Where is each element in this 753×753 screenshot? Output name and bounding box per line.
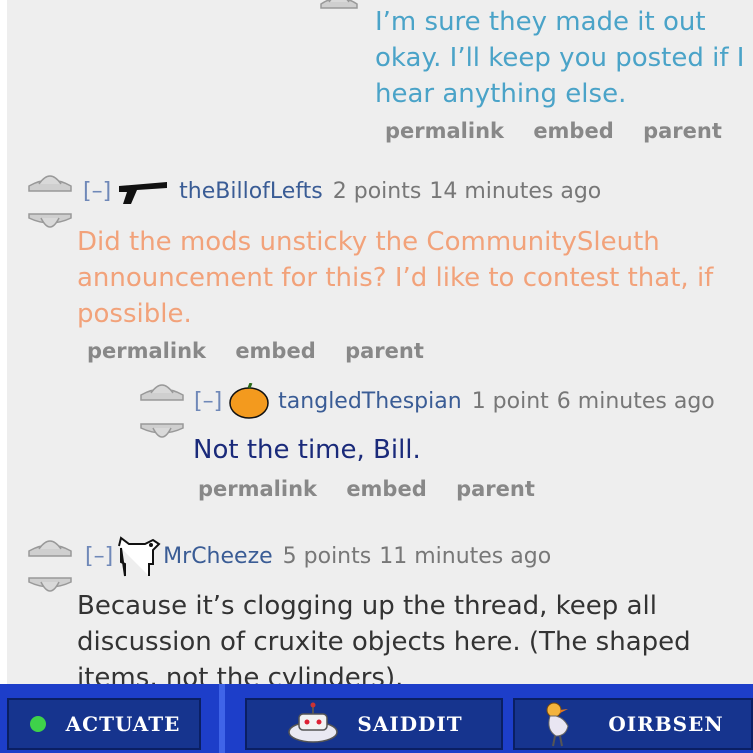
comment-links: permalink embed parent xyxy=(198,477,557,501)
permalink-link[interactable]: permalink xyxy=(87,339,206,363)
downvote-arrow[interactable] xyxy=(137,418,187,446)
upvote-arrow[interactable] xyxy=(25,533,75,559)
timestamp: 11 minutes ago xyxy=(379,543,552,569)
embed-link[interactable]: embed xyxy=(533,119,613,143)
actuate-label: ACTUATE xyxy=(65,712,181,736)
pumpkin-icon xyxy=(229,383,269,419)
timestamp: 14 minutes ago xyxy=(429,178,602,204)
author-link[interactable]: theBillofLefts xyxy=(179,179,323,204)
comment-header: [–] theBillofLefts 2 points 14 minutes a… xyxy=(83,176,601,206)
comment-header: [–] tangledThespian 1 point 6 minutes ag… xyxy=(194,383,715,419)
comment-text: Because it’s clogging up the thread, kee… xyxy=(77,591,691,684)
comment-links: permalink embed parent xyxy=(87,339,446,363)
saiddit-button[interactable]: SAIDDIT xyxy=(245,698,503,750)
oirbsen-button[interactable]: OIRBSEN xyxy=(513,698,753,750)
upvote-arrow[interactable] xyxy=(25,168,75,194)
gun-icon xyxy=(119,182,168,204)
green-dot-icon xyxy=(29,716,46,732)
collapse-toggle[interactable]: [–] xyxy=(194,389,222,414)
actuate-button[interactable]: ACTUATE xyxy=(7,698,201,750)
points: 5 points xyxy=(282,543,372,569)
taskbar-divider xyxy=(219,684,225,753)
author-link[interactable]: tangledThespian xyxy=(278,389,462,414)
collapse-toggle[interactable]: [–] xyxy=(85,544,113,569)
oirbsen-label: OIRBSEN xyxy=(608,712,724,736)
permalink-link[interactable]: permalink xyxy=(198,477,317,501)
timestamp: 6 minutes ago xyxy=(556,388,715,414)
hat-down-icon xyxy=(140,423,184,438)
hat-down-icon xyxy=(28,577,72,592)
author-link[interactable]: MrCheeze xyxy=(163,544,272,569)
embed-link[interactable]: embed xyxy=(235,339,315,363)
parent-link[interactable]: parent xyxy=(643,119,722,143)
comment-thread: I’m sure they made it out okay. I’ll kee… xyxy=(7,0,753,684)
dog-icon xyxy=(118,536,161,577)
robot-icon xyxy=(288,702,339,743)
downvote-arrow[interactable] xyxy=(25,572,75,600)
parent-link[interactable]: parent xyxy=(456,477,535,501)
taskbar: ACTUATE SAIDDIT OIRBSEN xyxy=(0,684,753,753)
comment-links: permalink embed parent xyxy=(385,119,744,143)
comment-text: Not the time, Bill. xyxy=(193,435,421,465)
hat-icon xyxy=(28,175,72,192)
comment-header: [–] MrCheeze 5 points 11 minutes ago xyxy=(85,534,551,578)
hat-icon xyxy=(140,384,184,401)
points: 1 point xyxy=(471,388,549,414)
downvote-arrow[interactable] xyxy=(25,208,75,236)
permalink-link[interactable]: permalink xyxy=(385,119,504,143)
collapse-toggle[interactable]: [–] xyxy=(83,179,111,204)
points: 2 points xyxy=(332,178,422,204)
embed-link[interactable]: embed xyxy=(346,477,426,501)
hat-down-icon xyxy=(28,213,72,228)
upvote-arrow[interactable] xyxy=(137,377,187,403)
saiddit-label: SAIDDIT xyxy=(357,712,463,736)
comment-text: Did the mods unsticky the CommunitySleut… xyxy=(77,227,714,329)
parent-link[interactable]: parent xyxy=(345,339,424,363)
comment-text: I’m sure they made it out okay. I’ll kee… xyxy=(375,7,745,109)
upvote-arrow[interactable] xyxy=(317,0,367,10)
bird-icon xyxy=(546,702,569,747)
hat-icon xyxy=(320,0,358,9)
hat-icon xyxy=(28,540,72,557)
